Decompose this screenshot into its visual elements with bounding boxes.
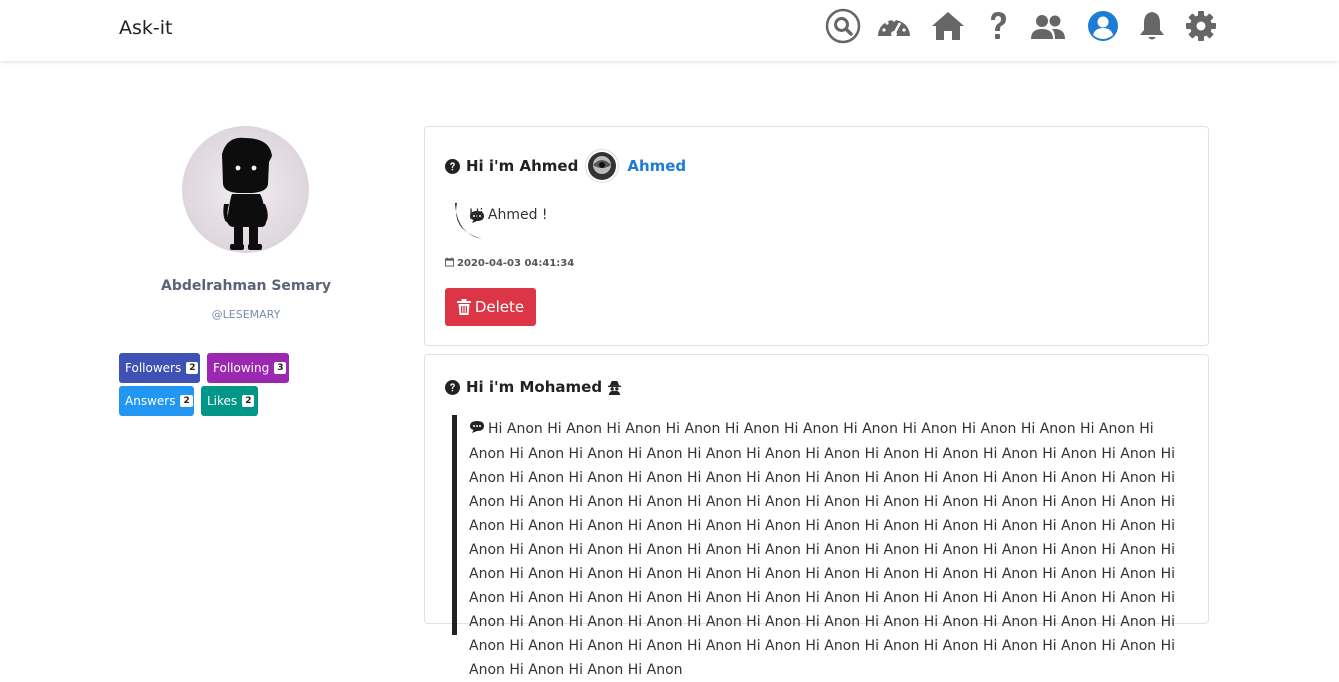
question-card: Hi i'm Mohamed Hi Anon Hi Anon Hi Anon H… xyxy=(424,354,1209,678)
comment-icon xyxy=(469,418,485,442)
likes-button[interactable]: Likes 2 xyxy=(201,386,258,416)
delete-button[interactable]: Delete xyxy=(445,288,536,326)
following-label: Following xyxy=(213,361,270,375)
answers-label: Answers xyxy=(125,394,176,408)
answer-text: Hi Ahmed ! xyxy=(469,207,548,223)
question-header: Hi i'm Ahmed Ahmed xyxy=(445,149,686,183)
question-circle-icon xyxy=(445,158,460,174)
following-button[interactable]: Following 3 xyxy=(207,353,289,383)
profile-handle: @LESEMARY xyxy=(211,308,281,321)
answer-body: Hi Anon Hi Anon Hi Anon Hi Anon Hi Anon … xyxy=(469,421,1176,678)
answers-count-badge: 2 xyxy=(180,395,193,407)
gear-icon[interactable] xyxy=(1183,8,1219,44)
question-card: Hi i'm Ahmed Ahmed Hi Ahmed ! 2020-04-03… xyxy=(424,126,1209,346)
profile-avatar xyxy=(182,126,309,253)
trash-icon xyxy=(456,299,471,315)
question-circle-icon xyxy=(445,379,460,395)
following-count-badge: 3 xyxy=(274,362,287,374)
asker-name-link[interactable]: Ahmed xyxy=(627,157,686,175)
asker-avatar[interactable] xyxy=(585,149,620,183)
users-icon[interactable] xyxy=(1030,8,1066,44)
search-icon[interactable] xyxy=(825,8,861,44)
question-header: Hi i'm Mohamed xyxy=(445,378,622,396)
answer-quote-bar xyxy=(452,415,457,635)
home-icon[interactable] xyxy=(930,8,966,44)
answer-text: Hi Anon Hi Anon Hi Anon Hi Anon Hi Anon … xyxy=(469,417,1194,682)
followers-count-badge: 2 xyxy=(186,362,199,374)
delete-label: Delete xyxy=(474,298,525,316)
navbar: Ask-it xyxy=(0,0,1339,61)
question-title: Hi i'm Ahmed xyxy=(466,157,579,175)
timestamp-text: 2020-04-03 04:41:34 xyxy=(457,258,575,269)
brand-link[interactable]: Ask-it xyxy=(119,17,172,39)
likes-count-badge: 2 xyxy=(242,395,255,407)
anonymous-spy-icon xyxy=(607,380,622,395)
answer-timestamp: 2020-04-03 04:41:34 xyxy=(445,257,574,270)
followers-button[interactable]: Followers 2 xyxy=(119,353,200,383)
calendar-icon xyxy=(445,257,454,270)
bell-icon[interactable] xyxy=(1134,8,1170,44)
answers-button[interactable]: Answers 2 xyxy=(119,386,194,416)
profile-name: Abdelrahman Semary xyxy=(160,278,331,294)
question-title: Hi i'm Mohamed xyxy=(466,378,603,396)
dashboard-icon[interactable] xyxy=(876,8,912,44)
likes-label: Likes xyxy=(207,394,238,408)
user-circle-icon[interactable] xyxy=(1085,8,1121,44)
question-icon[interactable] xyxy=(980,8,1016,44)
followers-label: Followers xyxy=(125,361,182,375)
